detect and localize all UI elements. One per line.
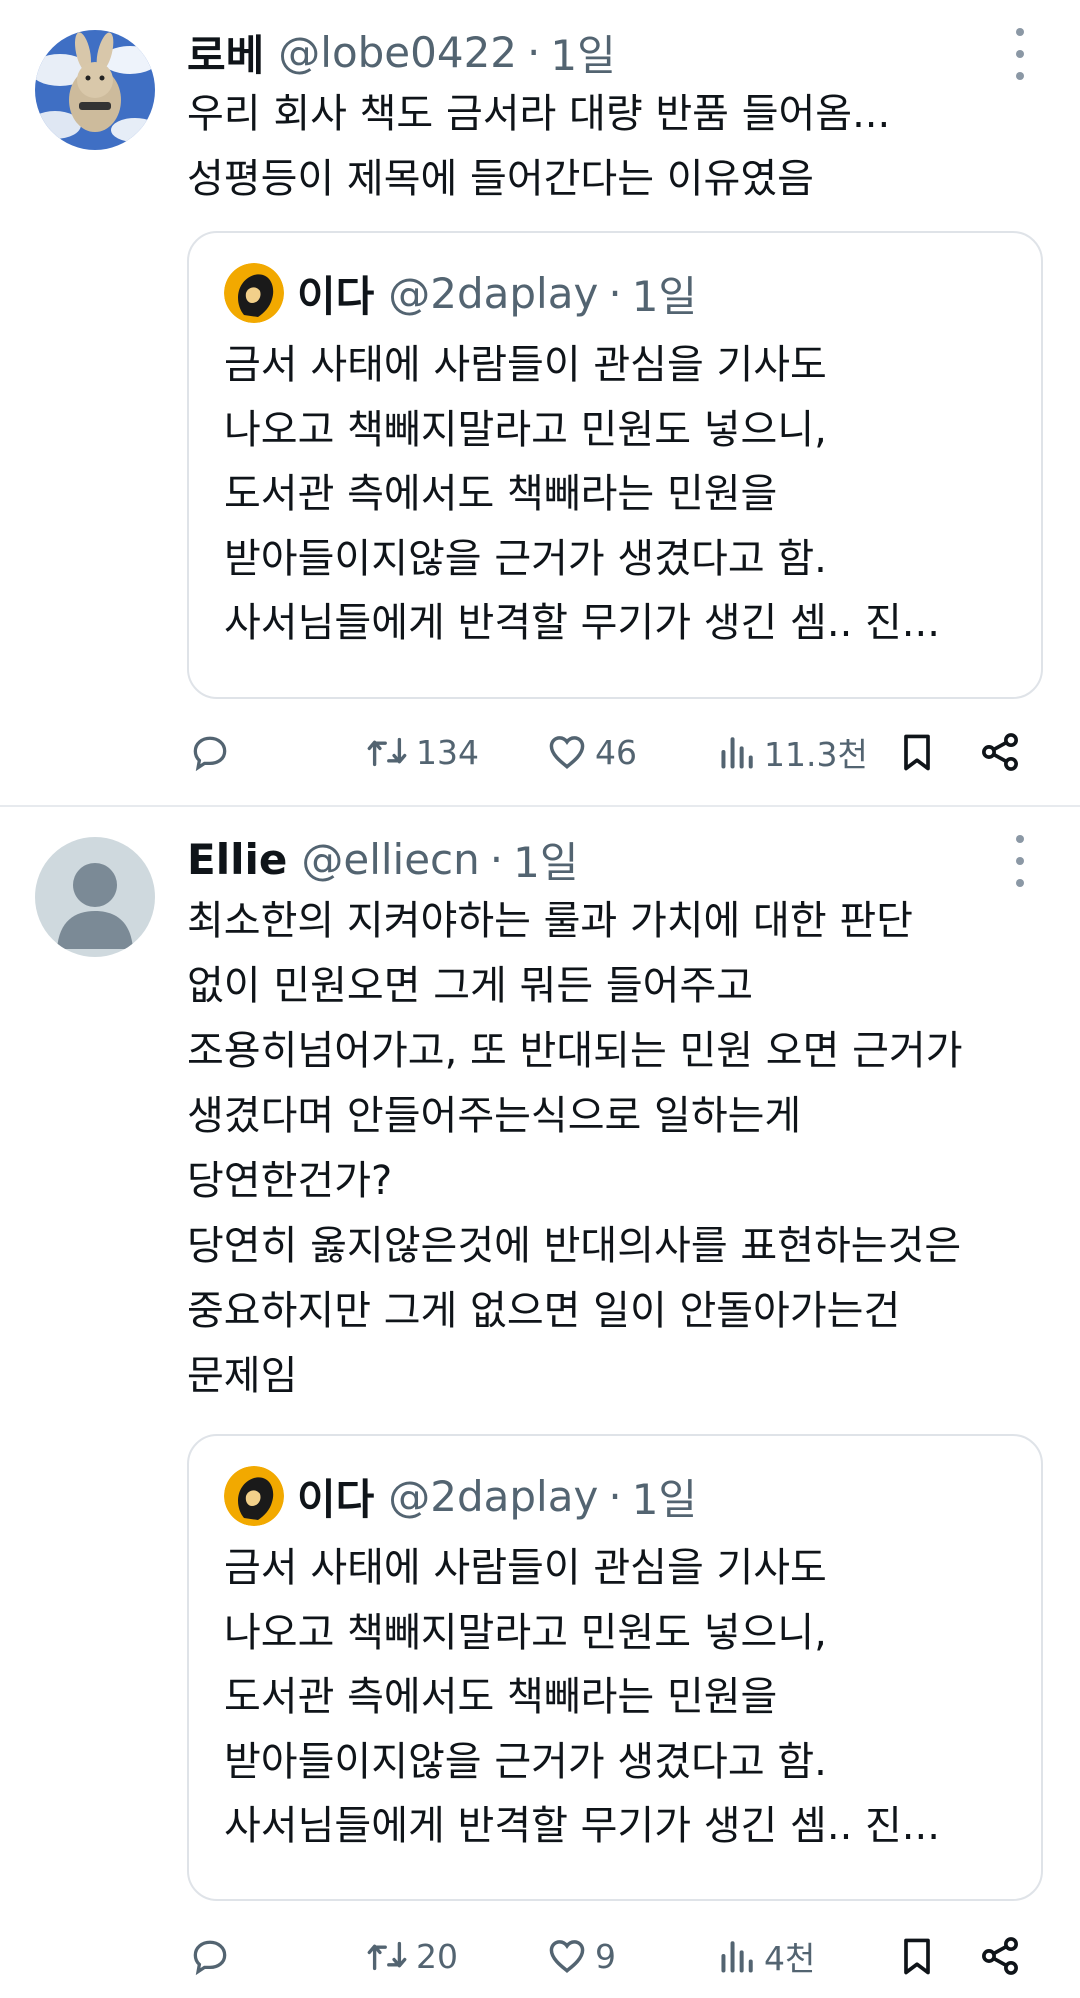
quoted-post[interactable]: 이다 @2daplay · 1일 금서 사태에 사람들이 관심을 기사도 나오고… (187, 231, 1043, 699)
like-icon (549, 736, 585, 769)
reply-button[interactable] (188, 722, 232, 782)
quote-text: 금서 사태에 사람들이 관심을 기사도 나오고 책빼지말라고 민원도 넣으니, … (224, 342, 940, 646)
repost-icon (367, 737, 407, 767)
repost-button[interactable]: 134 (364, 722, 479, 782)
quote-header: 이다 @2daplay · 1일 (297, 263, 697, 323)
repost-count: 134 (416, 732, 479, 772)
share-icon (982, 1937, 1018, 1975)
separator-dot: · (608, 1471, 622, 1521)
post-header: 로베 @lobe0422 · 1일 (187, 24, 616, 80)
quoted-post[interactable]: 이다 @2daplay · 1일 금서 사태에 사람들이 관심을 기사도 나오고… (187, 1434, 1043, 1901)
quote-author-handle: @2daplay (388, 268, 599, 318)
quote-text: 금서 사태에 사람들이 관심을 기사도 나오고 책빼지말라고 민원도 넣으니, … (224, 1545, 940, 1849)
views-icon (721, 737, 753, 769)
views-count: 4천 (764, 1939, 816, 1978)
separator-dot: · (489, 834, 504, 884)
more-icon[interactable] (1004, 28, 1036, 80)
author-handle[interactable]: @elliecn (301, 835, 479, 884)
reply-icon (193, 1940, 227, 1976)
share-button[interactable] (978, 1926, 1022, 1986)
post-header: Ellie @elliecn · 1일 (187, 831, 579, 887)
action-bar: 134 46 11.3천 (0, 722, 1080, 782)
like-count: 9 (595, 1936, 616, 1976)
bookmark-icon (904, 734, 930, 771)
quote-avatar[interactable] (224, 1466, 284, 1526)
author-name[interactable]: 로베 (187, 22, 264, 83)
post-text: 우리 회사 책도 금서라 대량 반품 들어옴... 성평등이 제목에 들어간다는… (187, 91, 891, 202)
like-button[interactable]: 9 (545, 1926, 616, 1986)
share-button[interactable] (978, 722, 1022, 782)
bookmark-button[interactable] (895, 1926, 939, 1986)
more-icon[interactable] (1004, 835, 1036, 887)
repost-count: 20 (416, 1936, 458, 1976)
like-button[interactable]: 46 (545, 722, 637, 782)
avatar[interactable] (35, 837, 155, 957)
quote-header: 이다 @2daplay · 1일 (297, 1466, 697, 1526)
post-time[interactable]: 1일 (550, 22, 615, 83)
views-count: 11.3천 (764, 735, 868, 774)
bookmark-icon (904, 1938, 930, 1975)
quote-avatar[interactable] (224, 263, 284, 323)
like-count: 46 (595, 732, 637, 772)
quote-author-name: 이다 (297, 1474, 375, 1524)
separator-dot: · (608, 268, 622, 318)
quote-time: 1일 (631, 1474, 698, 1524)
author-name[interactable]: Ellie (187, 835, 287, 884)
reply-icon (193, 736, 227, 772)
post-text: 최소한의 지켜야하는 룰과 가치에 대한 판단 없이 민원오면 그게 뭐든 들어… (187, 898, 963, 1399)
views-button[interactable]: 4천 (718, 1926, 815, 1986)
separator-dot: · (527, 27, 541, 77)
quote-time: 1일 (631, 271, 698, 321)
repost-icon (367, 1941, 407, 1971)
repost-button[interactable]: 20 (364, 1926, 458, 1986)
quote-author-handle: @2daplay (388, 1471, 599, 1521)
like-icon (549, 1940, 585, 1973)
post[interactable]: Ellie @elliecn · 1일 최소한의 지켜야하는 룰과 가치에 대한… (0, 807, 1080, 1998)
bookmark-button[interactable] (895, 722, 939, 782)
views-button[interactable]: 11.3천 (718, 722, 868, 782)
quote-author-name: 이다 (297, 271, 375, 321)
post-time[interactable]: 1일 (513, 829, 578, 890)
reply-button[interactable] (188, 1926, 232, 1986)
action-bar: 20 9 4천 (0, 1926, 1080, 1986)
views-icon (721, 1941, 753, 1973)
avatar[interactable] (35, 30, 155, 150)
author-handle[interactable]: @lobe0422 (278, 28, 517, 77)
post[interactable]: 로베 @lobe0422 · 1일 우리 회사 책도 금서라 대량 반품 들어옴… (0, 0, 1080, 806)
share-icon (982, 733, 1018, 771)
